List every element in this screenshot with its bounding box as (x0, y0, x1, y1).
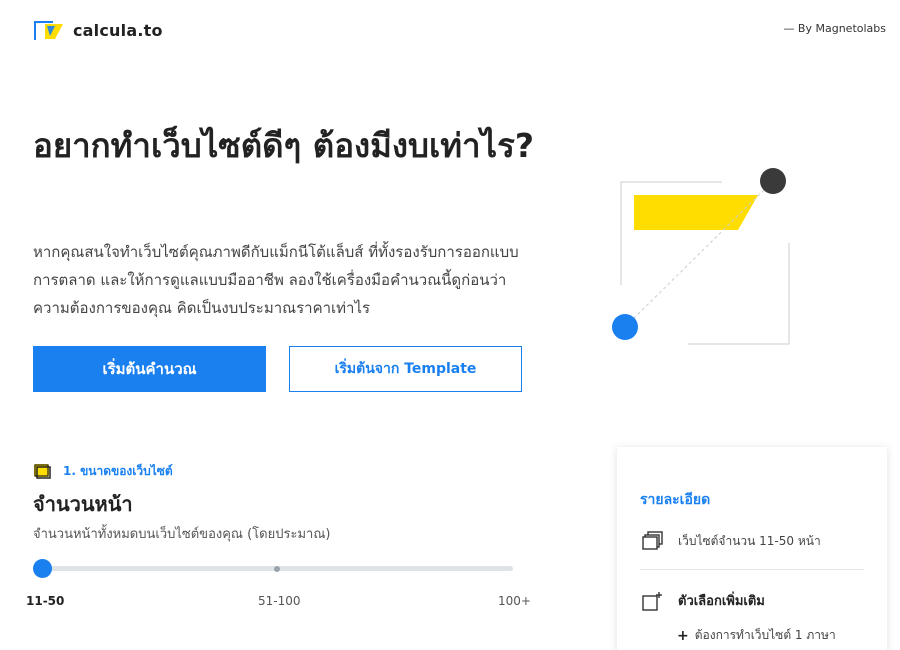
summary-pages-text: เว็บไซต์จำนวน 11-50 หน้า (678, 533, 821, 548)
summary-extras-title: ตัวเลือกเพิ่มเติม (678, 594, 765, 609)
hero-illustration (600, 160, 800, 350)
step-label: 1. ขนาดของเว็บไซต์ (63, 464, 173, 478)
page-title: อยากทำเว็บไซต์ดีๆ ต้องมีงบเท่าไร? (33, 126, 534, 165)
start-calculate-button[interactable]: เริ่มต้นคำนวณ (33, 346, 266, 392)
start-from-template-button[interactable]: เริ่มต้นจาก Template (289, 346, 522, 392)
calcula-logo-icon (33, 18, 65, 42)
byline[interactable]: — By Magnetolabs (783, 22, 886, 35)
brand-logo[interactable]: calcula.to (33, 18, 163, 42)
summary-pages-row: เว็บไซต์จำนวน 11-50 หน้า (642, 531, 821, 551)
step-header: 1. ขนาดของเว็บไซต์ (33, 462, 173, 481)
summary-extras-row: ตัวเลือกเพิ่มเติม (642, 590, 765, 611)
pages-icon (33, 463, 53, 481)
slider-option-11-50[interactable]: 11-50 (26, 594, 64, 608)
summary-divider (640, 569, 864, 570)
slider-thumb[interactable] (33, 559, 52, 578)
slider-option-100-plus[interactable]: 100+ (498, 594, 531, 608)
page-count-slider[interactable] (33, 558, 513, 578)
section-title: จำนวนหน้า (33, 492, 133, 516)
hero-description: หากคุณสนใจทำเว็บไซต์คุณภาพดีกับแม็กนีโต้… (33, 243, 519, 317)
slider-option-51-100[interactable]: 51-100 (258, 594, 301, 608)
summary-extras-item: + ต้องการทำเว็บไซต์ 1 ภาษา (677, 626, 836, 645)
summary-title: รายละเอียด (640, 492, 711, 508)
pages-stack-icon (642, 531, 664, 551)
section-subtitle: จำนวนหน้าทั้งหมดบนเว็บไซต์ของคุณ (โดยประ… (33, 527, 331, 542)
summary-extras-item-text: ต้องการทำเว็บไซต์ 1 ภาษา (694, 628, 836, 642)
summary-card: รายละเอียด เว็บไซต์จำนวน 11-50 หน้า ตัวเ… (617, 447, 887, 650)
slider-step-marker[interactable] (274, 566, 280, 572)
add-page-icon (642, 591, 664, 611)
plus-icon: + (677, 627, 689, 644)
brand-name: calcula.to (73, 20, 163, 40)
